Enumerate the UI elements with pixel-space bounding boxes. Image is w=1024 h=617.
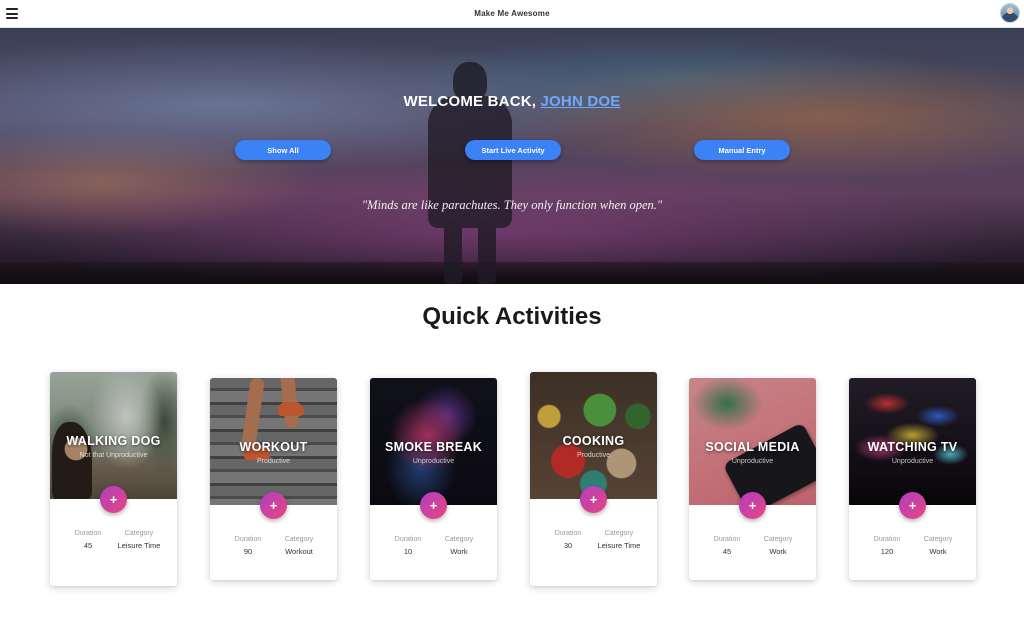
welcome-prefix: WELCOME BACK, bbox=[403, 93, 537, 110]
activity-card-smoke-break: SMOKE BREAK Unproductive + Duration 10 C… bbox=[370, 378, 497, 580]
category-label: Category bbox=[604, 530, 634, 537]
category-value: Work bbox=[769, 547, 787, 556]
duration-label: Duration bbox=[554, 530, 582, 537]
card-title: WATCHING TV bbox=[867, 440, 958, 454]
activity-card-workout: WORKOUT Productive + Duration 90 Categor… bbox=[210, 378, 337, 580]
user-name-link[interactable]: JOHN DOE bbox=[541, 93, 621, 110]
category-stat: Category Workout bbox=[275, 536, 323, 580]
category-stat: Category Leisure Time bbox=[115, 530, 163, 586]
duration-value: 10 bbox=[403, 547, 413, 556]
card-subtitle: Unproductive bbox=[731, 458, 774, 465]
category-stat: Category Work bbox=[435, 536, 483, 580]
duration-label: Duration bbox=[713, 536, 741, 543]
category-value: Leisure Time bbox=[597, 541, 641, 550]
card-subtitle: Unproductive bbox=[891, 458, 934, 465]
add-activity-button[interactable]: + bbox=[580, 486, 607, 513]
add-activity-button[interactable]: + bbox=[420, 492, 447, 519]
duration-label: Duration bbox=[873, 536, 901, 543]
duration-label: Duration bbox=[74, 530, 102, 537]
activity-card-walking-dog: WALKING DOG Not that Unproductive + Dura… bbox=[50, 372, 177, 586]
card-title: WALKING DOG bbox=[66, 434, 161, 448]
activity-card-cooking: COOKING Productive + Duration 30 Categor… bbox=[530, 372, 657, 586]
top-navbar: Make Me Awesome bbox=[0, 0, 1024, 28]
category-value: Workout bbox=[285, 547, 313, 556]
card-image: COOKING Productive bbox=[530, 372, 657, 499]
duration-stat: Duration 45 bbox=[703, 536, 751, 580]
card-subtitle: Productive bbox=[256, 458, 291, 465]
duration-stat: Duration 10 bbox=[384, 536, 432, 580]
hamburger-menu-icon[interactable] bbox=[6, 8, 18, 19]
duration-value: 45 bbox=[83, 541, 93, 550]
category-label: Category bbox=[124, 530, 154, 537]
card-title: COOKING bbox=[562, 434, 625, 448]
card-subtitle: Unproductive bbox=[412, 458, 455, 465]
manual-entry-button[interactable]: Manual Entry bbox=[694, 140, 790, 160]
add-activity-button[interactable]: + bbox=[260, 492, 287, 519]
card-image: SOCIAL MEDIA Unproductive bbox=[689, 378, 816, 505]
app-title: Make Me Awesome bbox=[474, 9, 550, 18]
category-value: Work bbox=[450, 547, 468, 556]
add-activity-button[interactable]: + bbox=[899, 492, 926, 519]
card-title: SMOKE BREAK bbox=[384, 440, 483, 454]
card-image: WATCHING TV Unproductive bbox=[849, 378, 976, 505]
duration-value: 90 bbox=[243, 547, 253, 556]
category-label: Category bbox=[444, 536, 474, 543]
duration-stat: Duration 30 bbox=[544, 530, 592, 586]
duration-stat: Duration 90 bbox=[224, 536, 272, 580]
show-all-button[interactable]: Show All bbox=[235, 140, 331, 160]
section-title: Quick Activities bbox=[422, 303, 602, 330]
category-label: Category bbox=[763, 536, 793, 543]
welcome-heading: WELCOME BACK, JOHN DOE bbox=[0, 93, 1024, 110]
card-title: WORKOUT bbox=[239, 440, 308, 454]
category-stat: Category Work bbox=[754, 536, 802, 580]
duration-label: Duration bbox=[394, 536, 422, 543]
start-live-activity-button[interactable]: Start Live Activity bbox=[465, 140, 561, 160]
add-activity-button[interactable]: + bbox=[739, 492, 766, 519]
card-subtitle: Not that Unproductive bbox=[79, 452, 148, 459]
duration-value: 120 bbox=[880, 547, 894, 556]
category-stat: Category Leisure Time bbox=[595, 530, 643, 586]
category-stat: Category Work bbox=[914, 536, 962, 580]
duration-value: 45 bbox=[722, 547, 732, 556]
activity-card-watching-tv: WATCHING TV Unproductive + Duration 120 … bbox=[849, 378, 976, 580]
category-value: Leisure Time bbox=[117, 541, 161, 550]
category-label: Category bbox=[923, 536, 953, 543]
category-label: Category bbox=[284, 536, 314, 543]
add-activity-button[interactable]: + bbox=[100, 486, 127, 513]
duration-value: 30 bbox=[563, 541, 573, 550]
duration-stat: Duration 120 bbox=[863, 536, 911, 580]
card-image: WORKOUT Productive bbox=[210, 378, 337, 505]
duration-stat: Duration 45 bbox=[64, 530, 112, 586]
user-avatar[interactable] bbox=[1000, 3, 1020, 23]
category-value: Work bbox=[929, 547, 947, 556]
hero-quote: "Minds are like parachutes. They only fu… bbox=[361, 198, 663, 212]
card-subtitle: Productive bbox=[576, 452, 611, 459]
card-title: SOCIAL MEDIA bbox=[705, 440, 800, 454]
card-image: WALKING DOG Not that Unproductive bbox=[50, 372, 177, 499]
hero-banner: WELCOME BACK, JOHN DOE Show All Start Li… bbox=[0, 28, 1024, 284]
duration-label: Duration bbox=[234, 536, 262, 543]
activity-card-social-media: SOCIAL MEDIA Unproductive + Duration 45 … bbox=[689, 378, 816, 580]
card-image: SMOKE BREAK Unproductive bbox=[370, 378, 497, 505]
